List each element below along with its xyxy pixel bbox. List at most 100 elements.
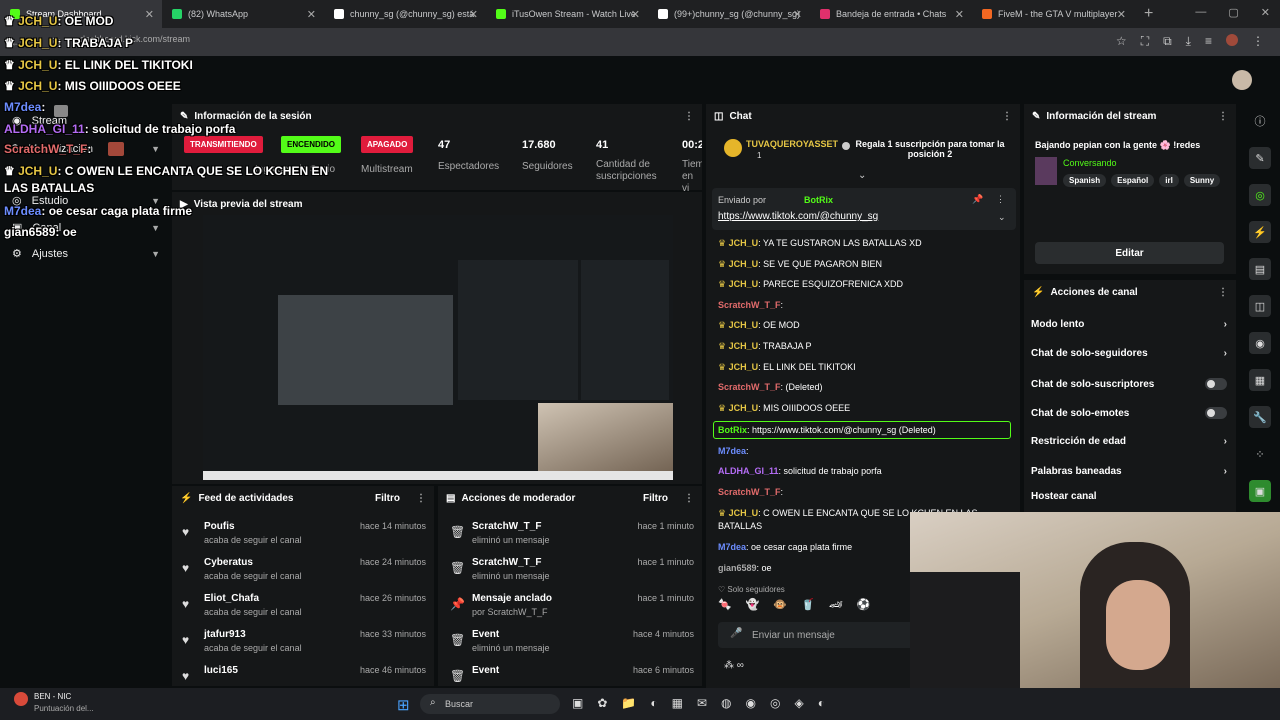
star-icon[interactable]: ☆ [1116, 34, 1127, 49]
chat-icon[interactable]: ◫ [1249, 295, 1271, 317]
toggle-switch[interactable] [1205, 407, 1227, 419]
modaction-item[interactable]: 🗑 ScratchW_T_F eliminó un mensaje hace 1 mi… [440, 553, 702, 589]
app-icon[interactable]: ◈ [794, 696, 803, 710]
more-options-icon[interactable]: ⋮ [684, 493, 694, 504]
chat-input[interactable]: 🎤 Enviar un mensaje [718, 622, 914, 648]
chat-message[interactable]: BATALLAS [718, 521, 762, 531]
taskview-icon[interactable]: ▣ [572, 696, 583, 710]
close-tab-icon[interactable]: ✕ [955, 8, 964, 21]
chat-message-user[interactable]: ScratchW_T_F [718, 487, 781, 497]
browser-tab[interactable]: FiveM - the GTA V multiplayer ✕ [972, 0, 1134, 28]
broadcast-icon[interactable]: ◉ [1249, 332, 1271, 354]
stream-preview-video[interactable] [203, 215, 673, 480]
user-avatar[interactable] [1232, 70, 1252, 90]
maximize-icon[interactable]: ▢ [1228, 6, 1238, 19]
chat-message[interactable]: ScratchW_T_F: [718, 487, 783, 497]
chevron-down-icon[interactable]: ⌄ [858, 170, 866, 181]
add-widget-icon[interactable]: ▣ [1249, 480, 1271, 502]
nav-ajustes[interactable]: ⚙ Ajustes ▼ [12, 247, 160, 261]
outlook-icon[interactable]: ✉ [697, 696, 707, 710]
chat-message[interactable]: ScratchW_T_F: [718, 300, 783, 310]
chat-message-user[interactable]: JCH_U [729, 362, 759, 372]
weather-title[interactable]: BEN - NIC [34, 692, 71, 701]
more-options-icon[interactable]: ⋮ [1218, 287, 1228, 298]
edge-icon[interactable]: ◐ [650, 696, 657, 710]
stream-tag[interactable]: Sunny [1183, 174, 1221, 187]
windows-start-icon[interactable]: ⊞ [397, 696, 410, 714]
channel-action-row[interactable]: Restricción de edad › [1031, 436, 1227, 447]
menu-icon[interactable]: ⋮ [1252, 34, 1264, 49]
emote-4[interactable]: 🥤 [801, 598, 815, 611]
chat-message-user[interactable]: JCH_U [729, 320, 759, 330]
feed-item[interactable]: ♥ jtafur913 acaba de seguir el canal hace 3… [172, 625, 434, 661]
chat-message-user[interactable]: JCH_U [729, 508, 759, 518]
pinned-link[interactable]: https://www.tiktok.com/@chunny_sg [718, 211, 878, 222]
chat-message[interactable]: ScratchW_T_F: (Deleted) [718, 382, 823, 392]
toggle-switch[interactable] [1205, 378, 1227, 390]
chat-message[interactable]: gian6589: oe [718, 563, 772, 573]
emote-2[interactable]: 👻 [746, 598, 760, 611]
chat-message[interactable]: ♛ JCH_U: YA TE GUSTARON LAS BATALLAS XD [718, 238, 922, 249]
pinned-message[interactable]: Enviado por BotRix https://www.tiktok.co… [712, 188, 1016, 230]
profile-avatar[interactable] [1226, 34, 1238, 46]
close-tab-icon[interactable]: ✕ [469, 8, 478, 21]
badge-transmitiendo[interactable]: TRANSMITIENDO [184, 136, 263, 153]
modactions-filter-button[interactable]: Filtro [643, 493, 668, 504]
stream-tag[interactable]: Español [1111, 174, 1155, 187]
feed-item[interactable]: ♥ Poufis acaba de seguir el canal hace 14 m… [172, 517, 434, 553]
emote-3[interactable]: 🐵 [773, 598, 787, 611]
chat-message[interactable]: ♛ JCH_U: TRABAJA P [718, 341, 811, 352]
channel-action-row[interactable]: Modo lento › [1031, 319, 1227, 330]
mic-icon[interactable]: 🎤 [730, 628, 742, 639]
emote-6[interactable]: ⚽ [857, 598, 871, 611]
chat-message[interactable]: ALDHA_GI_11: solicitud de trabajo porfa [718, 466, 882, 476]
folder-icon[interactable]: 📁 [621, 696, 636, 710]
top-gifter-name[interactable]: TUVAQUEROYASSET [746, 139, 838, 149]
extensions-icon[interactable]: ⧉ [1163, 34, 1172, 49]
chat-message-user[interactable]: JCH_U [729, 279, 759, 289]
chat-message[interactable]: BotRix: https://www.tiktok.com/@chunny_s… [713, 421, 1011, 439]
store-icon[interactable]: ▦ [672, 696, 683, 710]
copilot-icon[interactable]: ✿ [597, 696, 607, 710]
chat-message[interactable]: ♛ JCH_U: SE VE QUE PAGARON BIEN [718, 259, 882, 270]
address-bar[interactable]: ← → ↻ [0, 28, 1280, 56]
chat-message[interactable]: ♛ JCH_U: OE MOD [718, 320, 800, 331]
taskbar-search[interactable]: ⌕ Buscar [420, 694, 560, 714]
pinned-user[interactable]: BotRix [804, 195, 833, 205]
info-icon[interactable]: ⓘ [1249, 110, 1271, 132]
browser-tab[interactable]: chunny_sg (@chunny_sg) está ✕ [324, 0, 486, 28]
pencil-icon[interactable]: ✎ [1249, 147, 1271, 169]
playlist-icon[interactable]: ≡ [1205, 34, 1212, 49]
chat-message[interactable]: ♛ JCH_U: MIS OIIIDOOS OEEE [718, 403, 850, 414]
spotify-icon[interactable]: ◉ [746, 696, 756, 710]
emote-5[interactable]: 🏎 [829, 598, 843, 611]
list-icon[interactable]: ▤ [1249, 258, 1271, 280]
stream-category[interactable]: Conversando [1063, 158, 1117, 168]
chat-message-user[interactable]: ScratchW_T_F [718, 300, 781, 310]
chat-message[interactable]: ♛ JCH_U: EL LINK DEL TIKITOKI [718, 362, 856, 373]
modaction-item[interactable]: 🗑 ScratchW_T_F eliminó un mensaje hace 1 mi… [440, 517, 702, 553]
modaction-item[interactable]: 📌 Mensaje anclado por ScratchW_T_F hace 1 m… [440, 589, 702, 625]
more-options-icon[interactable]: ⋮ [1218, 111, 1228, 122]
window-controls[interactable]: — ▢ ✕ [1195, 6, 1270, 19]
modaction-item[interactable]: 🗑 Event eliminó un mensaje hace 4 minutos [440, 625, 702, 661]
channel-action-row[interactable]: Chat de solo-seguidores › [1031, 348, 1227, 359]
chat-message-user[interactable]: JCH_U [729, 259, 759, 269]
feed-filter-button[interactable]: Filtro [375, 493, 400, 504]
feed-item[interactable]: ♥ Eliot_Chafa acaba de seguir el canal hace… [172, 589, 434, 625]
chat-message-user[interactable]: M7dea [718, 446, 746, 456]
chat-message[interactable]: M7dea: [718, 446, 749, 456]
browser-tab[interactable]: (99+)chunny_sg (@chunny_sg) ✕ [648, 0, 810, 28]
browser-tab[interactable]: Bandeja de entrada • Chats ✕ [810, 0, 972, 28]
close-window-icon[interactable]: ✕ [1261, 6, 1270, 19]
feed-item[interactable]: ♥ Cyberatus acaba de seguir el canal hace 2… [172, 553, 434, 589]
badge-apagado[interactable]: APAGADO [361, 136, 414, 153]
wrench-icon[interactable]: 🔧 [1249, 406, 1271, 428]
more-options-icon[interactable]: ⋮ [1002, 111, 1012, 122]
chat-message-user[interactable]: JCH_U [729, 238, 759, 248]
chat-message[interactable]: ♛ JCH_U: PARECE ESQUIZOFRENICA XDD [718, 279, 903, 290]
screenshot-icon[interactable]: ⛶ [1141, 34, 1149, 49]
chat-message-user[interactable]: gian6589 [718, 563, 757, 573]
steam-icon[interactable]: ◐ [818, 696, 825, 710]
target-icon[interactable]: ◎ [1249, 184, 1271, 206]
